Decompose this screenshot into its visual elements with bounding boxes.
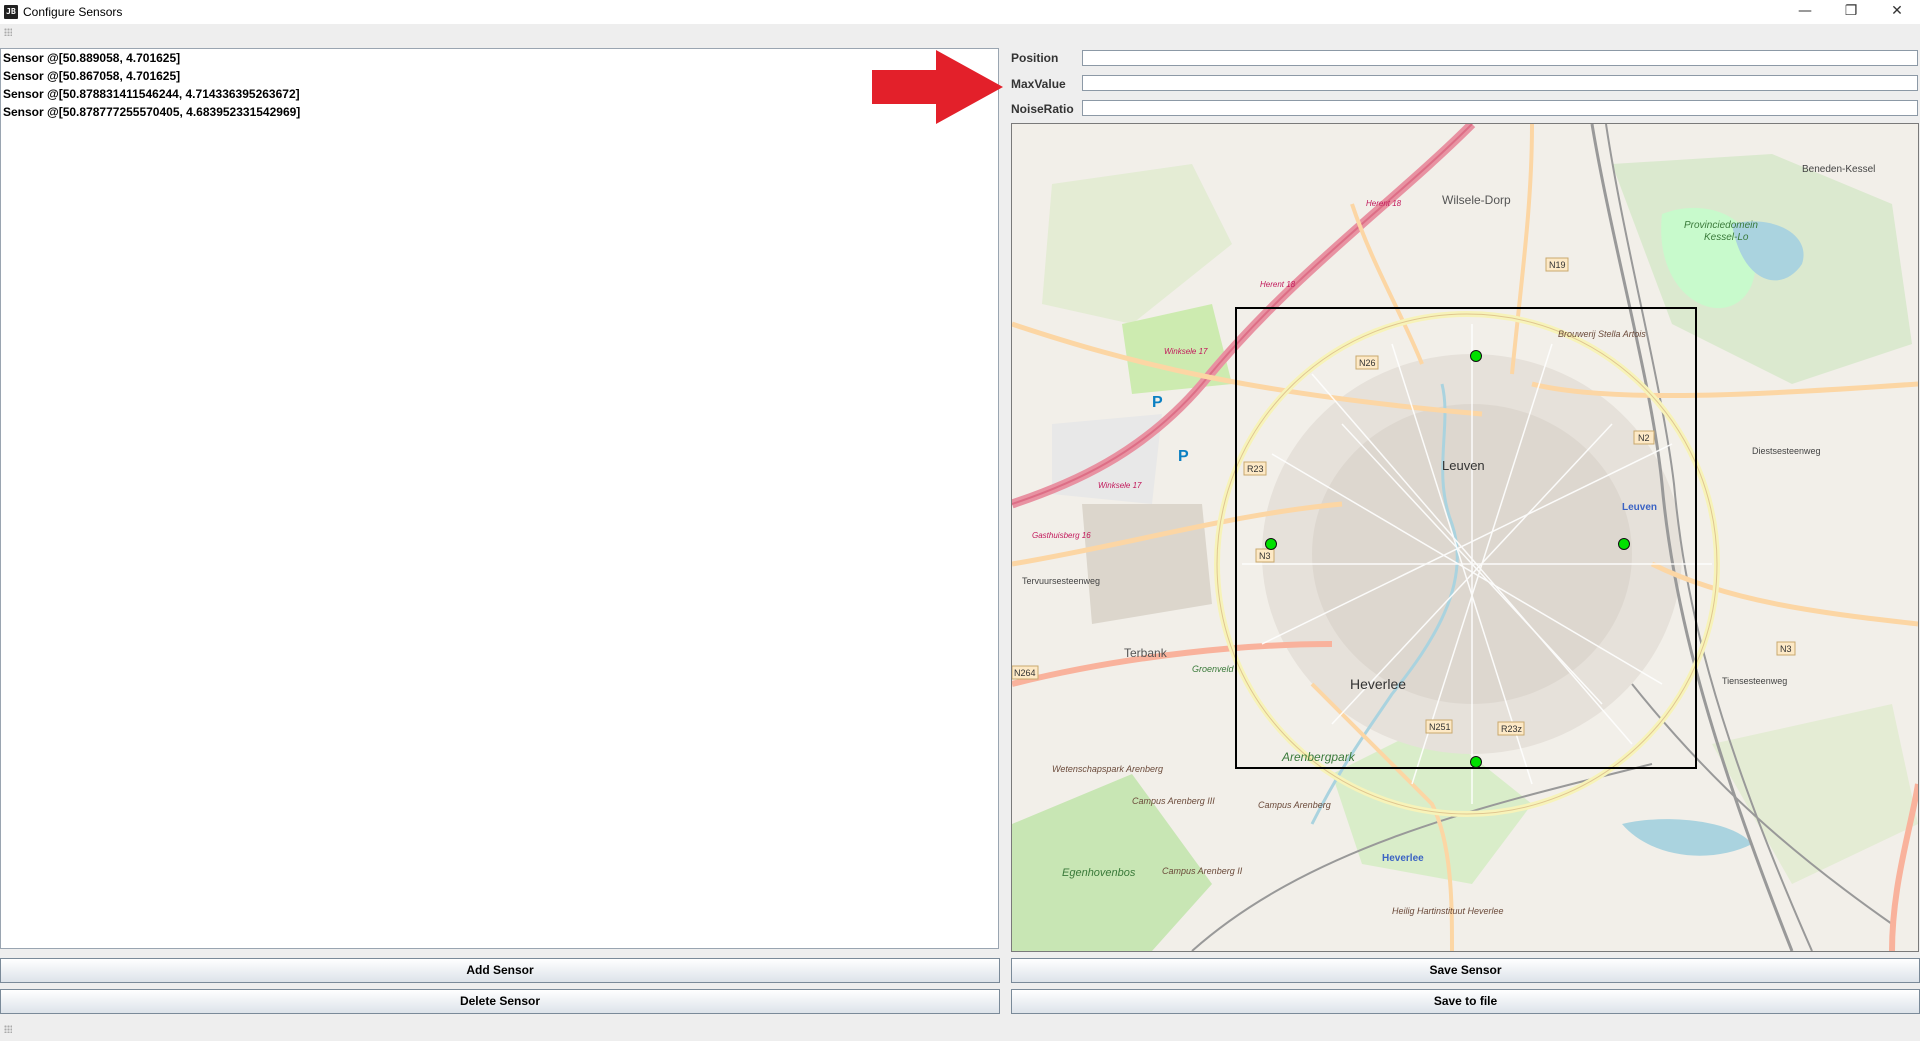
save-sensor-button[interactable]: Save Sensor bbox=[1011, 958, 1920, 983]
sensor-marker[interactable] bbox=[1265, 538, 1277, 550]
map-label-campus-arenberg: Campus Arenberg bbox=[1258, 800, 1331, 810]
maxvalue-label: MaxValue bbox=[1011, 77, 1066, 91]
exit-label: Herent 18 bbox=[1366, 199, 1402, 208]
list-item[interactable]: Sensor @[50.889058, 4.701625] bbox=[1, 49, 998, 67]
parking-icon: P bbox=[1152, 394, 1163, 411]
map-label-arenbergpark: Arenbergpark bbox=[1281, 750, 1356, 764]
title-bar: JB Configure Sensors — ❐ ✕ bbox=[0, 0, 1920, 24]
position-input[interactable] bbox=[1082, 50, 1918, 66]
maximize-button[interactable]: ❐ bbox=[1828, 0, 1874, 24]
map-label-beneden-kessel: Beneden-Kessel bbox=[1802, 164, 1875, 175]
exit-label: Gasthuisberg 16 bbox=[1032, 531, 1091, 540]
map-label-terbank: Terbank bbox=[1124, 646, 1168, 660]
map-label-heverlee: Heverlee bbox=[1350, 676, 1406, 692]
map-label-station-heverlee: Heverlee bbox=[1382, 853, 1424, 864]
map-label-kessel-lo: Kessel-Lo bbox=[1704, 232, 1749, 243]
route-badge: N19 bbox=[1549, 260, 1566, 270]
map-label-egenhovenbos: Egenhovenbos bbox=[1062, 867, 1136, 879]
top-resize-grip[interactable] bbox=[4, 28, 12, 36]
sensor-marker[interactable] bbox=[1470, 350, 1482, 362]
map-label-station-leuven: Leuven bbox=[1622, 502, 1657, 513]
position-label: Position bbox=[1011, 51, 1059, 65]
map-label-leuven: Leuven bbox=[1442, 458, 1485, 473]
route-badge: N264 bbox=[1014, 668, 1036, 678]
route-badge: R23z bbox=[1501, 724, 1523, 734]
map-label-tiensesteenweg: Tiensesteenweg bbox=[1722, 676, 1787, 686]
bottom-resize-grip[interactable] bbox=[4, 1025, 12, 1033]
list-item[interactable]: Sensor @[50.878831411546244, 4.714336395… bbox=[1, 85, 998, 103]
map-canvas[interactable]: Leuven Heverlee Wilsele-Dorp Beneden-Kes… bbox=[1012, 124, 1918, 951]
route-badge: N3 bbox=[1259, 551, 1271, 561]
map-label-tervuursesteenweg: Tervuursesteenweg bbox=[1022, 576, 1100, 586]
sensor-marker[interactable] bbox=[1618, 538, 1630, 550]
map-label-campus-arenberg-iii: Campus Arenberg III bbox=[1132, 796, 1215, 806]
maxvalue-input[interactable] bbox=[1082, 75, 1918, 91]
exit-label: Winksele 17 bbox=[1164, 347, 1208, 356]
route-badge: N2 bbox=[1638, 433, 1650, 443]
exit-label: Herent 18 bbox=[1260, 280, 1296, 289]
noiseratio-label: NoiseRatio bbox=[1011, 102, 1074, 116]
route-badge: N251 bbox=[1429, 722, 1451, 732]
route-badge: N3 bbox=[1780, 644, 1792, 654]
app-icon: JB bbox=[4, 5, 18, 19]
annotation-arrow bbox=[872, 50, 1003, 124]
route-badge: R23 bbox=[1247, 464, 1264, 474]
map-label-wilsele-dorp: Wilsele-Dorp bbox=[1442, 193, 1511, 207]
list-item[interactable]: Sensor @[50.867058, 4.701625] bbox=[1, 67, 998, 85]
map-label-diestsesteenweg: Diestsesteenweg bbox=[1752, 446, 1821, 456]
minimize-button[interactable]: — bbox=[1782, 0, 1828, 24]
map-label-campus-arenberg-ii: Campus Arenberg II bbox=[1162, 866, 1243, 876]
close-button[interactable]: ✕ bbox=[1874, 0, 1920, 24]
save-to-file-button[interactable]: Save to file bbox=[1011, 989, 1920, 1014]
window-title: Configure Sensors bbox=[23, 5, 123, 19]
sensor-marker[interactable] bbox=[1470, 756, 1482, 768]
map-view[interactable]: Leuven Heverlee Wilsele-Dorp Beneden-Kes… bbox=[1011, 123, 1919, 952]
map-label-heilig-hart: Heilig Hartinstituut Heverlee bbox=[1392, 906, 1504, 916]
map-label-wetenschapspark: Wetenschapspark Arenberg bbox=[1052, 764, 1163, 774]
map-label-brouwerij: Brouwerij Stella Artois bbox=[1558, 329, 1646, 339]
parking-icon: P bbox=[1178, 448, 1189, 465]
exit-label: Winksele 17 bbox=[1098, 481, 1142, 490]
delete-sensor-button[interactable]: Delete Sensor bbox=[0, 989, 1000, 1014]
add-sensor-button[interactable]: Add Sensor bbox=[0, 958, 1000, 983]
list-item[interactable]: Sensor @[50.878777255570405, 4.683952331… bbox=[1, 103, 998, 121]
sensor-list[interactable]: Sensor @[50.889058, 4.701625] Sensor @[5… bbox=[0, 48, 999, 949]
map-label-groenveld: Groenveld bbox=[1192, 664, 1235, 674]
route-badge: N26 bbox=[1359, 358, 1376, 368]
map-label-provinciedomein: Provinciedomein bbox=[1684, 220, 1758, 231]
noiseratio-input[interactable] bbox=[1082, 100, 1918, 116]
